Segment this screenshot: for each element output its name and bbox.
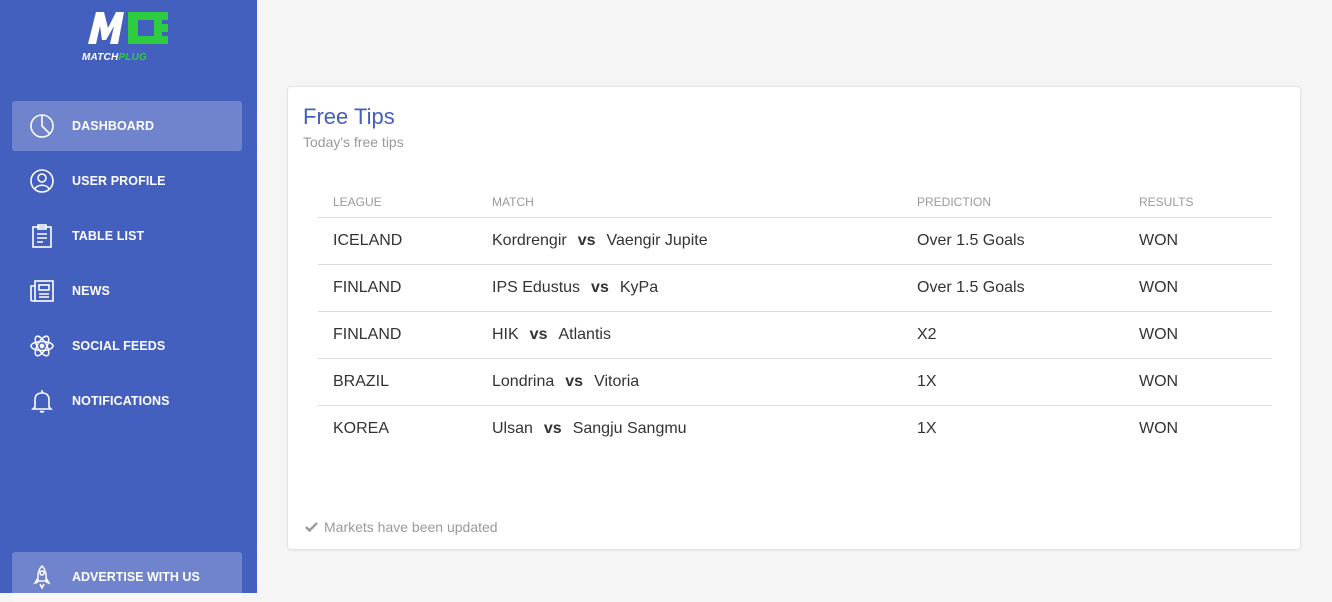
logo-wordmark: MATCHPLUG <box>82 52 147 63</box>
prediction-cell: X2 <box>902 311 1124 359</box>
sidebar-item-notifications[interactable]: NOTIFICATIONS <box>12 376 242 426</box>
league-cell: BRAZIL <box>318 358 477 406</box>
bell-icon <box>28 387 56 415</box>
prediction-cell: Over 1.5 Goals <box>902 217 1124 265</box>
prediction-cell: Over 1.5 Goals <box>902 264 1124 312</box>
user-icon <box>28 167 56 195</box>
clipboard-icon <box>28 222 56 250</box>
vs-label: vs <box>577 231 596 249</box>
home-team: HIK <box>492 325 519 343</box>
sidebar-item-news[interactable]: NEWS <box>12 266 242 316</box>
vs-label: vs <box>565 372 584 390</box>
table-row: KOREA Ulsan vs Sangju Sangmu 1X WON <box>318 405 1272 452</box>
match-cell: IPS Edustus vs KyPa <box>477 264 902 312</box>
sidebar-item-dashboard[interactable]: DASHBOARD <box>12 101 242 151</box>
table-row: ICELAND Kordrengir vs Vaengir Jupite Over … <box>318 217 1272 265</box>
footer-text: Markets have been updated <box>324 519 498 535</box>
sidebar-item-social-feeds[interactable]: SOCIAL FEEDS <box>12 321 242 371</box>
home-team: Kordrengir <box>492 231 567 249</box>
match-cell: Ulsan vs Sangju Sangmu <box>477 405 902 452</box>
card-title: Free Tips <box>303 104 395 129</box>
column-header-match: MATCH <box>477 191 902 218</box>
logo-mark-icon <box>88 12 168 44</box>
atom-icon <box>28 332 56 360</box>
sidebar-nav: DASHBOARD USER PROFILE TABLE LIST NEWS S… <box>12 101 242 431</box>
result-cell: WON <box>1124 311 1272 359</box>
newspaper-icon <box>28 277 56 305</box>
prediction-cell: 1X <box>902 358 1124 406</box>
table-row: FINLAND IPS Edustus vs KyPa Over 1.5 Goals… <box>318 264 1272 312</box>
away-team: Vitoria <box>594 372 640 390</box>
card-subtitle: Today's free tips <box>303 134 404 150</box>
league-cell: KOREA <box>333 419 390 437</box>
prediction-cell: 1X <box>917 419 937 437</box>
league-cell: FINLAND <box>318 311 477 359</box>
free-tips-card: Free Tips Today's free tips LEAGUE MATCH… <box>287 86 1301 550</box>
card-footer: Markets have been updated <box>305 519 498 535</box>
column-header-prediction: PREDICTION <box>902 191 1124 218</box>
sidebar-item-user-profile[interactable]: USER PROFILE <box>12 156 242 206</box>
sidebar-item-advertise[interactable]: ADVERTISE WITH US <box>12 552 242 602</box>
vs-label: vs <box>529 325 548 343</box>
table-row: FINLAND HIK vs Atlantis X2 WON <box>318 311 1272 359</box>
vs-label: vs <box>591 278 609 296</box>
away-team: Sangju Sangmu <box>572 419 687 437</box>
sidebar-item-label: NOTIFICATIONS <box>72 394 170 408</box>
sidebar-item-label: USER PROFILE <box>72 174 166 188</box>
result-cell: WON <box>1124 217 1272 265</box>
sidebar-item-label: TABLE LIST <box>72 229 145 243</box>
sidebar-item-label: SOCIAL FEEDS <box>72 339 166 353</box>
sidebar: MATCHPLUG DASHBOARD USER PROFILE TABLE L… <box>0 0 257 602</box>
table-header-row: LEAGUE MATCH PREDICTION RESULTS <box>318 191 1272 218</box>
match-cell: Londrina vs Vitoria <box>477 358 902 406</box>
table-row: BRAZIL Londrina vs Vitoria 1X WON <box>318 358 1272 406</box>
column-header-league: LEAGUE <box>318 191 477 218</box>
league-cell: FINLAND <box>318 264 477 312</box>
away-team: KyPa <box>619 278 659 296</box>
column-header-results: RESULTS <box>1124 191 1272 218</box>
league-cell: ICELAND <box>318 217 477 265</box>
tips-table: LEAGUE MATCH PREDICTION RESULTS ICELAND … <box>318 191 1272 452</box>
check-icon <box>305 519 318 535</box>
sidebar-item-table-list[interactable]: TABLE LIST <box>12 211 242 261</box>
sidebar-item-label: ADVERTISE WITH US <box>72 570 200 584</box>
matchplug-logo[interactable]: MATCHPLUG <box>82 10 174 66</box>
result-cell: WON <box>1124 358 1272 406</box>
away-team: Atlantis <box>558 325 611 343</box>
sidebar-item-label: NEWS <box>72 284 110 298</box>
match-cell: HIK vs Atlantis <box>477 311 902 359</box>
match-cell: Kordrengir vs Vaengir Jupite <box>477 217 902 265</box>
home-team: Ulsan <box>492 419 533 437</box>
away-team: Vaengir Jupite <box>606 231 708 249</box>
result-cell: WON <box>1124 264 1272 312</box>
pie-chart-icon <box>28 112 56 140</box>
home-team: Londrina <box>492 372 555 390</box>
sidebar-item-label: DASHBOARD <box>72 119 155 133</box>
vs-label: vs <box>543 419 562 437</box>
result-cell: WON <box>1139 419 1179 437</box>
rocket-icon <box>28 563 56 591</box>
home-team: IPS Edustus <box>492 278 581 296</box>
